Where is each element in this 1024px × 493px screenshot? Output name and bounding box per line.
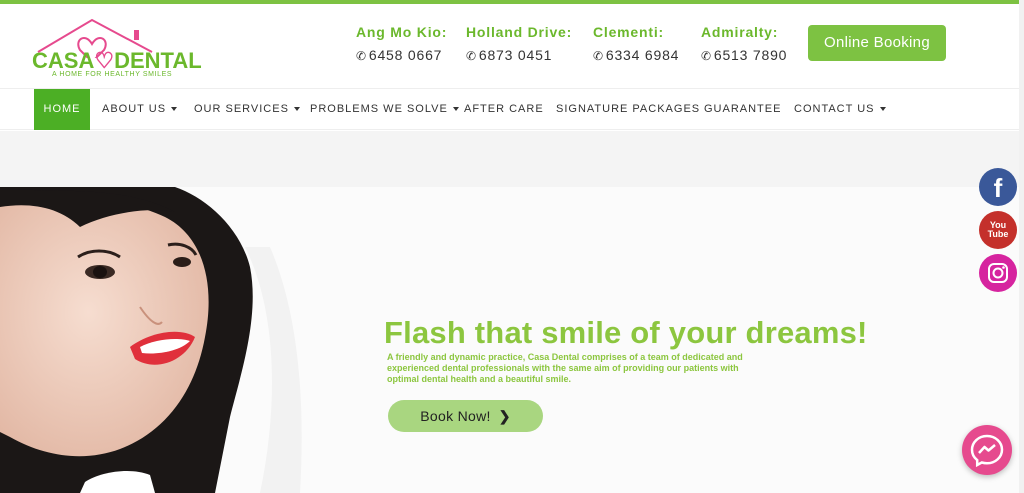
youtube-icon[interactable]: You Tube <box>979 211 1017 249</box>
location-clementi: Clementi: ✆ 6334 6984 <box>593 24 679 63</box>
chevron-right-icon: ❯ <box>498 408 511 424</box>
facebook-icon[interactable]: f <box>979 168 1017 206</box>
nav-item-after-care[interactable]: AFTER CARE <box>464 89 544 130</box>
hero-description: A friendly and dynamic practice, Casa De… <box>387 352 743 384</box>
smiling-woman-photo <box>0 187 330 493</box>
messenger-icon <box>970 434 1004 468</box>
logo-name-left: CASA <box>32 48 95 73</box>
nav-item-guarantee[interactable]: GUARANTEE <box>704 89 781 130</box>
nav-item-our-services[interactable]: OUR SERVICES <box>194 89 300 130</box>
location-name: Clementi: <box>593 24 664 40</box>
hero-banner: Flash that smile of your dreams! A frien… <box>0 187 1024 493</box>
location-phone-link[interactable]: ✆ 6513 7890 <box>701 47 787 63</box>
nav-item-home[interactable]: HOME <box>34 89 90 130</box>
logo[interactable]: CASA♡DENTAL A HOME FOR HEALTHY SMILES <box>30 18 202 80</box>
instagram-glyph-icon <box>988 263 1008 283</box>
location-phone-link[interactable]: ✆ 6873 0451 <box>466 47 572 63</box>
site-header: CASA♡DENTAL A HOME FOR HEALTHY SMILES An… <box>0 4 1024 88</box>
hero-title: Flash that smile of your dreams! <box>384 315 868 350</box>
location-name: Ang Mo Kio: <box>356 24 448 40</box>
logo-name-right: DENTAL <box>114 48 202 73</box>
location-phone-link[interactable]: ✆ 6458 0667 <box>356 47 447 63</box>
main-nav: HOME ABOUT US OUR SERVICES PROBLEMS WE S… <box>0 88 1024 130</box>
nav-item-about-us[interactable]: ABOUT US <box>102 89 178 130</box>
location-holland-drive: Holland Drive: ✆ 6873 0451 <box>466 24 572 63</box>
location-ang-mo-kio: Ang Mo Kio: ✆ 6458 0667 <box>356 24 447 63</box>
caret-down-icon <box>452 107 459 112</box>
nav-item-contact-us[interactable]: CONTACT US <box>794 89 886 130</box>
location-admiralty: Admiralty: ✆ 6513 7890 <box>701 24 787 63</box>
messenger-chat-button[interactable] <box>962 425 1012 475</box>
caret-down-icon <box>293 107 300 112</box>
nav-item-problems-we-solve[interactable]: PROBLEMS WE SOLVE <box>310 89 459 130</box>
logo-tagline: A HOME FOR HEALTHY SMILES <box>52 71 173 78</box>
online-booking-button[interactable]: Online Booking <box>808 25 946 61</box>
location-name: Holland Drive: <box>466 24 573 40</box>
caret-down-icon <box>879 107 886 112</box>
phone-icon: ✆ <box>593 49 604 63</box>
page-scrollbar[interactable] <box>1019 0 1024 493</box>
location-phone-link[interactable]: ✆ 6334 6984 <box>593 47 679 63</box>
location-name: Admiralty: <box>701 24 779 40</box>
phone-icon: ✆ <box>466 49 477 63</box>
caret-down-icon <box>171 107 178 112</box>
phone-icon: ✆ <box>701 49 712 63</box>
instagram-icon[interactable] <box>979 254 1017 292</box>
phone-icon: ✆ <box>356 49 367 63</box>
hero-top-band <box>0 131 1024 187</box>
book-now-button[interactable]: Book Now! ❯ <box>388 400 543 432</box>
nav-item-signature-packages[interactable]: SIGNATURE PACKAGES <box>556 89 700 130</box>
